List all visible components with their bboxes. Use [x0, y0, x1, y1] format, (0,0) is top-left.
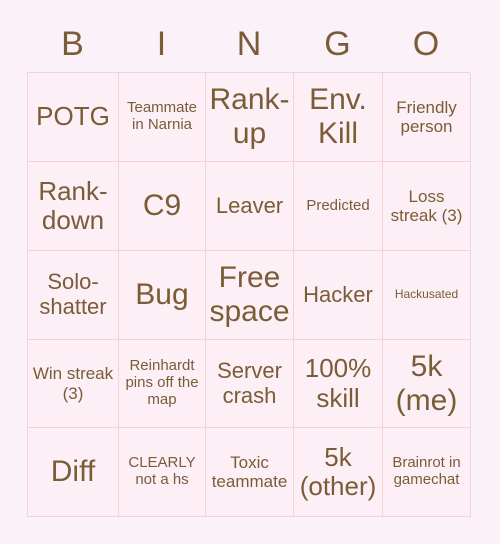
bingo-cell[interactable]: Bug [119, 251, 206, 340]
bingo-grid: POTG Teammate in Narnia Rank-up Env. Kil… [27, 72, 471, 517]
bingo-cell[interactable]: Rank-down [28, 162, 119, 251]
bingo-header-letter-i: I [156, 25, 167, 63]
bingo-cell[interactable]: Win streak (3) [28, 340, 119, 428]
bingo-cell[interactable]: Brainrot in gamechat [383, 428, 471, 517]
bingo-cell[interactable]: Loss streak (3) [383, 162, 471, 251]
bingo-cell[interactable]: Hackusated [383, 251, 471, 340]
bingo-cell[interactable]: Reinhardt pins off the map [119, 340, 206, 428]
bingo-cell[interactable]: Hacker [294, 251, 383, 340]
bingo-cell[interactable]: CLEARLY not a hs [119, 428, 206, 517]
bingo-cell[interactable]: 100% skill [294, 340, 383, 428]
bingo-cell[interactable]: POTG [28, 73, 119, 162]
bingo-card: B I N G O POTG Teammate in Narnia Rank-u… [27, 16, 471, 517]
bingo-header-letter-n: N [236, 25, 262, 63]
bingo-header-row: B I N G O [27, 16, 470, 72]
bingo-cell[interactable]: 5k (other) [294, 428, 383, 517]
bingo-cell[interactable]: Diff [28, 428, 119, 517]
bingo-cell[interactable]: 5k (me) [383, 340, 471, 428]
bingo-cell[interactable]: Rank-up [206, 73, 294, 162]
bingo-cell[interactable]: C9 [119, 162, 206, 251]
bingo-cell[interactable]: Friendly person [383, 73, 471, 162]
bingo-header-letter-o: O [412, 25, 440, 63]
bingo-cell[interactable]: Toxic teammate [206, 428, 294, 517]
bingo-cell[interactable]: Solo-shatter [28, 251, 119, 340]
bingo-cell[interactable]: Teammate in Narnia [119, 73, 206, 162]
bingo-cell[interactable]: Server crash [206, 340, 294, 428]
bingo-cell[interactable]: Env. Kill [294, 73, 383, 162]
bingo-header-letter-b: B [61, 25, 84, 63]
bingo-cell[interactable]: Leaver [206, 162, 294, 251]
bingo-cell-free-space[interactable]: Free space [206, 251, 294, 340]
bingo-header-letter-g: G [324, 25, 351, 63]
bingo-cell[interactable]: Predicted [294, 162, 383, 251]
